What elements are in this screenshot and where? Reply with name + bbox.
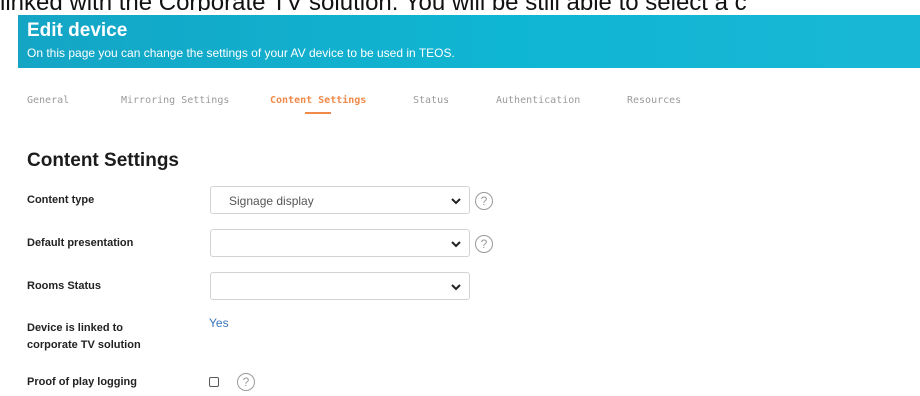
proof-of-play-label: Proof of play logging [27,376,137,388]
content-type-value: Signage display [229,194,314,208]
content-type-select[interactable]: Signage display [210,186,470,214]
active-tab-indicator [305,112,332,114]
rooms-status-label: Rooms Status [27,280,101,292]
page-caption: linked with the Corporate TV solution. Y… [0,0,920,11]
linked-label: Device is linked to corporate TV solutio… [27,320,141,354]
linked-value: Yes [209,316,229,330]
chevron-down-icon [451,198,461,205]
section-title: Content Settings [27,150,179,171]
tab-status[interactable]: Status [413,95,449,106]
tab-general[interactable]: General [27,95,69,106]
rooms-status-select[interactable] [210,272,470,300]
tab-mirroring-settings[interactable]: Mirroring Settings [121,95,229,106]
tab-content-settings[interactable]: Content Settings [270,95,366,114]
content-type-label: Content type [27,194,95,206]
page-title: Edit device [27,20,128,41]
linked-label-line1: Device is linked to [27,322,123,334]
help-icon[interactable]: ? [475,235,493,253]
linked-label-line2: corporate TV solution [27,339,141,351]
help-icon[interactable]: ? [475,192,493,210]
page-header: Edit device On this page you can change … [18,15,920,68]
chevron-down-icon [451,284,461,291]
default-presentation-select[interactable] [210,229,470,257]
default-presentation-label: Default presentation [27,237,134,249]
chevron-down-icon [451,241,461,248]
tab-bar: General Mirroring Settings Content Setti… [0,95,920,117]
help-icon[interactable]: ? [237,373,255,391]
proof-of-play-checkbox[interactable] [209,377,219,387]
tab-resources[interactable]: Resources [627,95,681,106]
page-subtitle: On this page you can change the settings… [27,46,455,60]
tab-authentication[interactable]: Authentication [496,95,580,106]
